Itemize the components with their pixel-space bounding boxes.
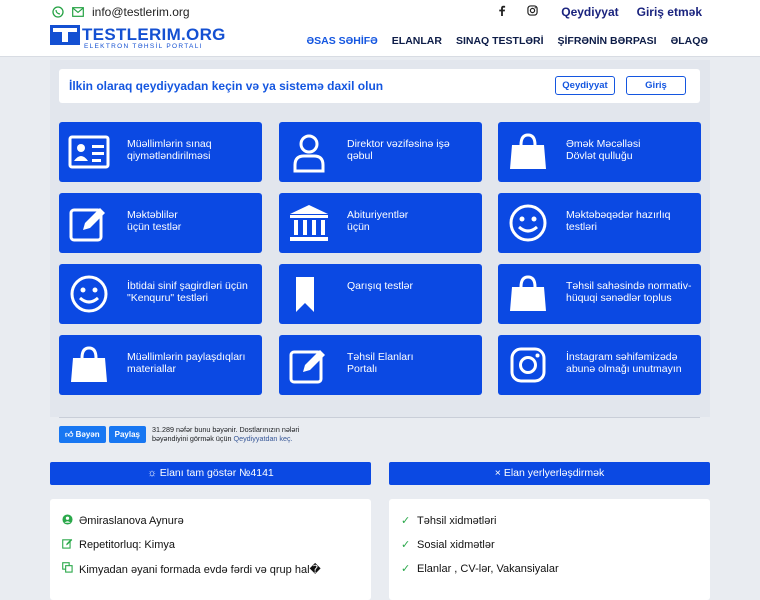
card-label: İbtidai sinif şagirdləri üçün "Kenquru" … [127, 280, 248, 304]
list-item[interactable]: ✓ Təhsil xidmətləri [401, 514, 497, 528]
like-label: Bəyən [75, 430, 100, 439]
ad-author: Əmiraslanova Aynurə [79, 515, 184, 527]
card-label: Təhsil sahəsində normativ- hüquqi sənədl… [566, 280, 692, 304]
card-applicants[interactable]: Abituriyentlər üçün [279, 193, 482, 253]
list-item[interactable]: ✓ Elanlar , CV-lər, Vakansiyalar [401, 562, 559, 576]
card-instagram[interactable]: İnstagram səhifəmizədə abunə olmağı unut… [498, 335, 701, 395]
divider [59, 417, 700, 418]
ad-details-box: Əmiraslanova Aynurə Repetitorluq: Kimya … [50, 499, 371, 600]
whatsapp-icon[interactable] [52, 6, 64, 18]
facebook-share-button[interactable]: Paylaş [108, 426, 146, 443]
facebook-register-link[interactable]: Qeydiyyatdan keç. [233, 434, 292, 443]
thumbs-up-icon: 👍︎ [65, 430, 76, 439]
card-label: İnstagram səhifəmizədə abunə olmağı unut… [566, 351, 682, 375]
header: TESTLERIM.ORG ELEKTRON TƏHSİL PORTALI ƏS… [0, 24, 760, 57]
logo[interactable]: TESTLERIM.ORG ELEKTRON TƏHSİL PORTALI [50, 25, 225, 50]
logo-title: TESTLERIM.ORG [82, 25, 226, 44]
user-icon [62, 514, 73, 528]
nav-contact[interactable]: ƏLAQƏ [671, 35, 708, 47]
card-school-tests[interactable]: Məktəblilər üçün testlər [59, 193, 262, 253]
instagram-icon [506, 344, 550, 386]
email-link[interactable]: info@testlerim.org [92, 5, 190, 19]
shopping-bag-icon [506, 131, 550, 173]
card-director-hiring[interactable]: Direktor vəzifəsinə işə qəbul [279, 122, 482, 182]
notice-text: İlkin olaraq qeydiyyadan keçin və ya sis… [69, 79, 384, 93]
service-label: Təhsil xidmətləri [417, 514, 497, 527]
institution-icon [287, 202, 331, 244]
edit-icon [287, 344, 331, 386]
facebook-icon[interactable] [491, 5, 513, 19]
card-mixed-tests[interactable]: Qarışıq testlər [279, 264, 482, 324]
list-item: Əmiraslanova Aynurə [62, 514, 184, 528]
logo-mark [50, 25, 80, 45]
facebook-widget: 👍︎ Bəyən Paylaş 31.289 nəfər bunu bəyəni… [59, 425, 327, 443]
bookmark-icon [287, 273, 331, 315]
shopping-bag-icon [506, 273, 550, 315]
login-link[interactable]: Giriş etmək [637, 5, 702, 19]
card-teacher-assessment[interactable]: Müəllimlərin sınaq qiymətləndirilməsi [59, 122, 262, 182]
card-label: Məktəbəqədər hazırlıq testləri [566, 209, 671, 233]
card-teacher-materials[interactable]: Müəllimlərin paylaşdıqları materiallar [59, 335, 262, 395]
copy-icon [62, 562, 73, 576]
top-right-links: Qeydiyyat Giriş etmək [491, 5, 702, 19]
nav-tests[interactable]: SINAQ TESTLƏRİ [456, 35, 544, 47]
facebook-like-button[interactable]: 👍︎ Bəyən [59, 426, 106, 443]
card-label: Əmək Məcəlləsi Dövlət qulluğu [566, 138, 641, 162]
logo-subtitle: ELEKTRON TƏHSİL PORTALI [84, 43, 203, 50]
edit-icon [67, 202, 111, 244]
id-card-icon [67, 131, 111, 173]
notice-register-button[interactable]: Qeydiyyat [555, 76, 615, 95]
card-normative-docs[interactable]: Təhsil sahəsində normativ- hüquqi sənədl… [498, 264, 701, 324]
ad-category: Repetitorluq: Kimya [79, 539, 175, 551]
user-icon [287, 131, 331, 173]
main-nav: ƏSAS SƏHİFƏ ELANLAR SINAQ TESTLƏRİ ŞİFRƏ… [307, 35, 709, 47]
list-item: Kimyadan əyani formada evdə fərdi və qru… [62, 562, 321, 576]
login-notice: İlkin olaraq qeydiyyadan keçin və ya sis… [59, 69, 700, 103]
show-ad-button[interactable]: ☼ Elanı tam göstər №4141 [50, 462, 371, 485]
edit-icon [62, 538, 73, 552]
check-icon: ✓ [401, 563, 411, 575]
card-label: Qarışıq testlər [347, 280, 413, 292]
card-preschool[interactable]: Məktəbəqədər hazırlıq testləri [498, 193, 701, 253]
service-label: Elanlar , CV-lər, Vakansiyalar [417, 562, 559, 575]
card-kenquru[interactable]: İbtidai sinif şagirdləri üçün "Kenquru" … [59, 264, 262, 324]
card-label: Məktəblilər üçün testlər [127, 209, 182, 233]
card-label: Müəllimlərin sınaq qiymətləndirilməsi [127, 138, 212, 162]
facebook-like-text: 31.289 nəfər bunu bəyənir. Dostlarınızın… [152, 425, 327, 443]
card-labor-code[interactable]: Əmək Məcəlləsi Dövlət qulluğu [498, 122, 701, 182]
nav-ads[interactable]: ELANLAR [392, 35, 442, 47]
check-icon: ✓ [401, 539, 411, 551]
nav-home[interactable]: ƏSAS SƏHİFƏ [307, 35, 378, 47]
card-label: Təhsil Elanları Portalı [347, 351, 414, 375]
check-icon: ✓ [401, 515, 411, 527]
top-bar: info@testlerim.org Qeydiyyat Giriş etmək [0, 0, 760, 24]
ad-description: Kimyadan əyani formada evdə fərdi və qru… [79, 563, 321, 576]
smile-icon [506, 202, 550, 244]
post-ad-button[interactable]: × Elan yerlyerləşdirmək [389, 462, 710, 485]
smile-icon [67, 273, 111, 315]
service-label: Sosial xidmətlər [417, 538, 495, 551]
card-education-ads[interactable]: Təhsil Elanları Portalı [279, 335, 482, 395]
card-label: Abituriyentlər üçün [347, 209, 409, 233]
list-item: Repetitorluq: Kimya [62, 538, 175, 552]
mail-icon[interactable] [72, 7, 84, 17]
shopping-bag-icon [67, 344, 111, 386]
list-item[interactable]: ✓ Sosial xidmətlər [401, 538, 495, 552]
nav-password-recovery[interactable]: ŞİFRƏNİN BƏRPASI [558, 35, 657, 47]
services-box: ✓ Təhsil xidmətləri ✓ Sosial xidmətlər ✓… [389, 499, 710, 600]
notice-login-button[interactable]: Giriş [626, 76, 686, 95]
register-link[interactable]: Qeydiyyat [561, 5, 618, 19]
card-label: Direktor vəzifəsinə işə qəbul [347, 138, 450, 162]
contact-info: info@testlerim.org [52, 5, 190, 19]
card-label: Müəllimlərin paylaşdıqları materiallar [127, 351, 246, 375]
instagram-icon[interactable] [521, 5, 543, 19]
